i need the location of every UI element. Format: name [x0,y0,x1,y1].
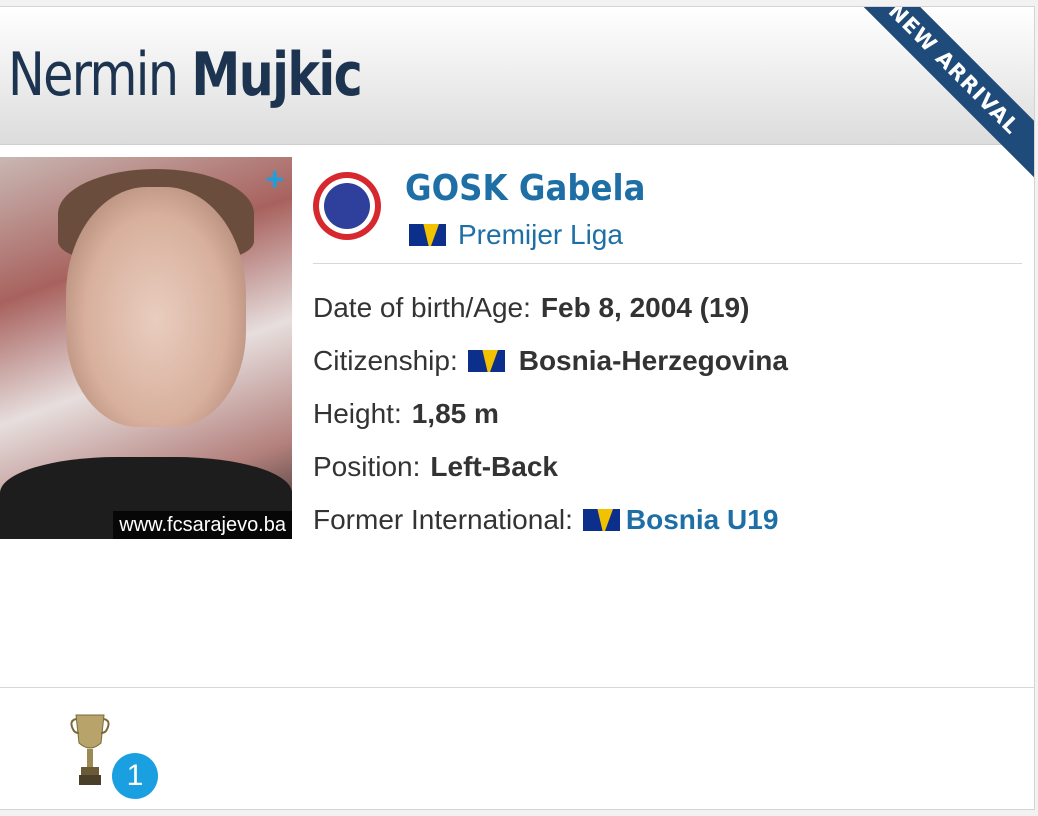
trophy-count-badge: 1 [112,753,158,799]
dob-row: Date of birth/Age: Feb 8, 2004 (19) [313,290,749,326]
height-row: Height: 1,85 m [313,396,499,432]
achievements-divider [0,687,1034,688]
club-logo[interactable] [313,172,381,240]
bosnia-flag-icon [582,509,620,531]
citizenship-row: Citizenship: Bosnia-Herzegovina [313,343,788,379]
player-card: Nermin Mujkic NEW ARRIVAL + www.fcsaraje… [0,6,1035,810]
club-logo-ring [319,178,375,234]
trophy-icon[interactable] [70,709,110,789]
dob-label: Date of birth/Age: [313,292,531,323]
player-first-name: Nermin [8,40,179,110]
player-photo[interactable]: + www.fcsarajevo.ba [0,157,292,539]
league-name: Premijer Liga [458,219,623,250]
position-value: Left-Back [430,451,558,482]
height-value: 1,85 m [411,398,499,429]
photo-credit: www.fcsarajevo.ba [113,511,292,539]
citizenship-label: Citizenship: [313,345,458,376]
club-logo-core [324,183,370,229]
citizenship-value: Bosnia-Herzegovina [518,345,788,376]
ribbon-container: NEW ARRIVAL [834,7,1034,207]
bosnia-flag-icon [409,224,446,246]
international-team-link[interactable]: Bosnia U19 [626,502,779,538]
bosnia-flag-icon [467,350,505,372]
league-link[interactable]: Premijer Liga [409,217,623,253]
international-row: Former International: Bosnia U19 [313,502,778,538]
height-label: Height: [313,398,402,429]
position-row: Position: Left-Back [313,449,558,485]
player-name: Nermin Mujkic [8,37,363,113]
club-name-link[interactable]: GOSK Gabela [405,167,645,211]
international-label: Former International: [313,504,573,535]
dob-value: Feb 8, 2004 (19) [540,292,750,323]
new-arrival-ribbon: NEW ARRIVAL [834,7,1034,190]
player-last-name: Mujkic [191,40,362,110]
photo-face [66,187,246,427]
plus-icon[interactable]: + [265,161,284,197]
divider [313,263,1022,264]
position-label: Position: [313,451,421,482]
